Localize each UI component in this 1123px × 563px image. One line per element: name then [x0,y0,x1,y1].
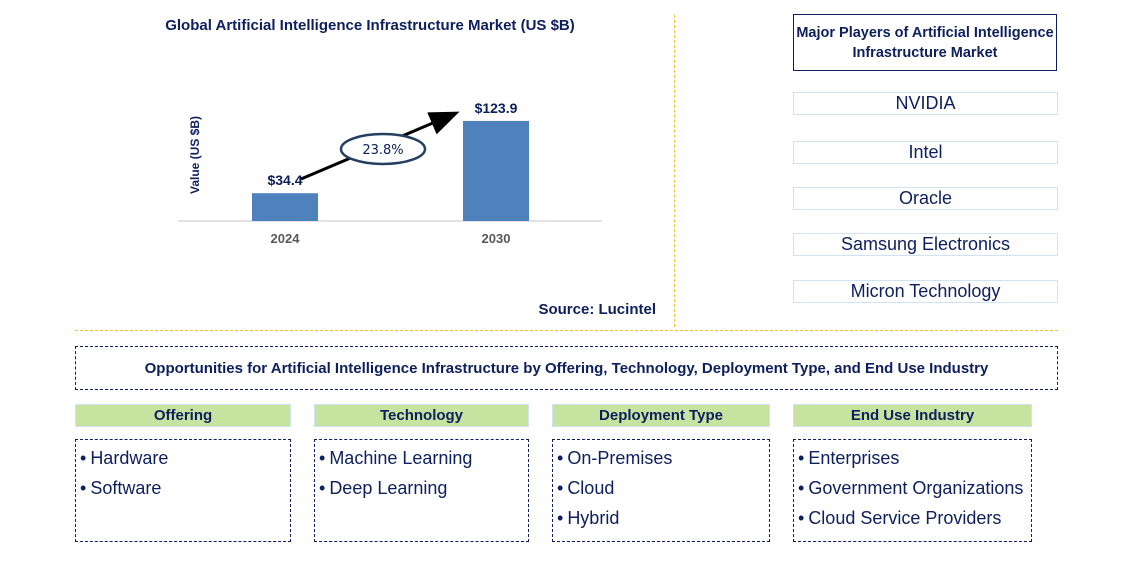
bullet-icon: • [319,478,326,498]
bullet-icon: • [80,448,87,468]
category-item-label: Software [90,478,162,498]
category-item-label: Deep Learning [329,478,448,498]
category-item-label: Government Organizations [808,478,1024,498]
player-item: Intel [793,141,1058,164]
category-item-label: Enterprises [808,448,900,468]
player-item: Samsung Electronics [793,233,1058,256]
category-item: • Hardware [76,443,290,473]
category-box-end-use-industry: • Enterprises • Government Organizations • Cl… [793,439,1032,542]
category-header-technology: Technology [314,404,529,427]
x-tick-label: 2030 [482,231,511,246]
player-item: Oracle [793,187,1058,210]
category-item: • Enterprises [794,443,1031,473]
bullet-icon: • [557,508,564,528]
bullet-icon: • [798,478,805,498]
opportunities-heading: Opportunities for Artificial Intelligenc… [75,346,1058,390]
category-item: • On-Premises [553,443,769,473]
category-header-offering: Offering [75,404,291,427]
category-header-end-use-industry: End Use Industry [793,404,1032,427]
category-item-label: Hybrid [567,508,620,528]
category-item: • Cloud [553,473,769,503]
bullet-icon: • [798,508,805,528]
cagr-label: 23.8% [362,143,403,158]
bullet-icon: • [798,448,805,468]
category-item: • Software [76,473,290,503]
source-label: Source: Lucintel [538,301,656,318]
bar-2024 [252,193,318,221]
category-item-label: On-Premises [567,448,673,468]
category-item-label: Cloud [567,478,615,498]
category-box-offering: • Hardware • Software [75,439,291,542]
category-box-technology: • Machine Learning • Deep Learning [314,439,529,542]
category-item: • Hybrid [553,503,769,533]
chart-title: Global Artificial Intelligence Infrastru… [165,17,575,34]
player-item: Micron Technology [793,280,1058,303]
category-item-label: Cloud Service Providers [808,508,1002,528]
bar-2030 [463,120,529,221]
data-label: $34.4 [267,172,302,188]
bar-chart: $34.4 2024 $123.9 2030 23.8% [178,100,602,246]
category-item: • Machine Learning [315,443,528,473]
bullet-icon: • [557,478,564,498]
category-item-label: Hardware [90,448,169,468]
category-item: • Deep Learning [315,473,528,503]
bullet-icon: • [80,478,87,498]
bullet-icon: • [319,448,326,468]
category-box-deployment-type: • On-Premises • Cloud • Hybrid [552,439,770,542]
player-item: NVIDIA [793,92,1058,115]
category-item-label: Machine Learning [329,448,473,468]
category-item: • Cloud Service Providers [794,503,1031,533]
bullet-icon: • [557,448,564,468]
category-item: • Government Organizations [794,473,1031,503]
data-label: $123.9 [475,100,518,116]
horizontal-divider [75,330,1058,331]
vertical-divider [674,15,675,327]
x-tick-label: 2024 [271,231,301,246]
major-players-heading: Major Players of Artificial Intelligence… [793,14,1057,71]
category-header-deployment-type: Deployment Type [552,404,770,427]
